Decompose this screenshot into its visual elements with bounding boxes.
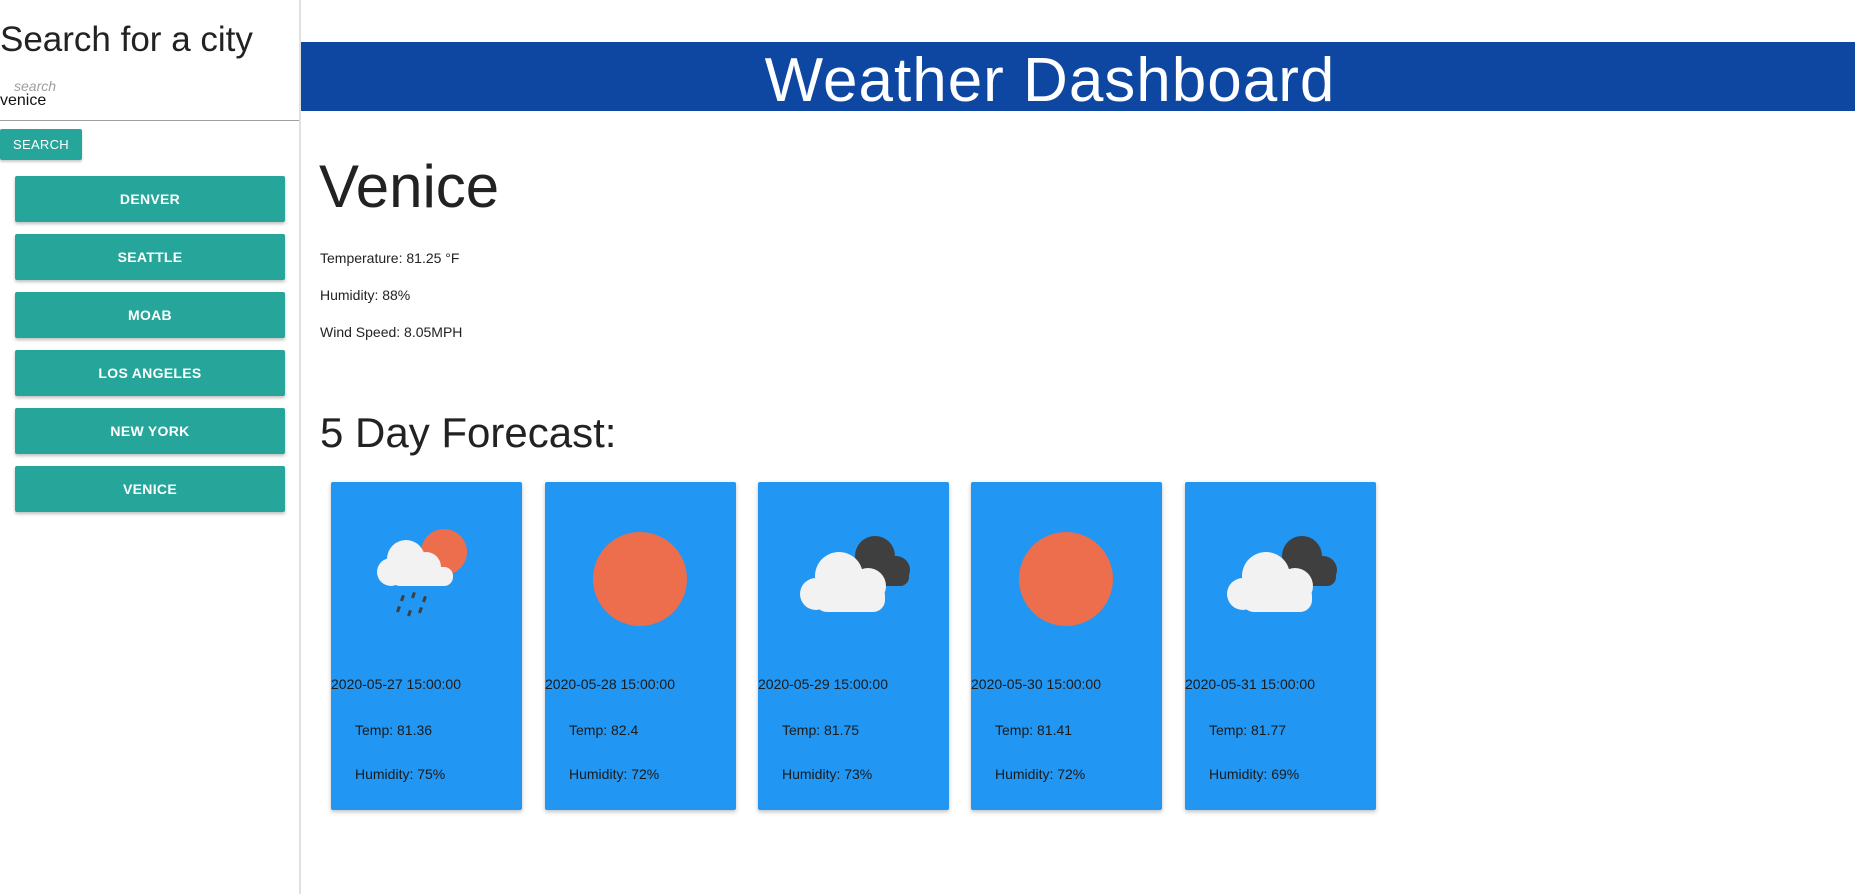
city-button-seattle[interactable]: SEATTLE bbox=[15, 234, 285, 280]
forecast-card: 2020-05-27 15:00:00 Temp: 81.36 Humidity… bbox=[331, 482, 522, 810]
rain-cloud-sun-icon bbox=[377, 529, 467, 617]
forecast-title: 5 Day Forecast: bbox=[320, 409, 617, 456]
forecast-card: 2020-05-29 15:00:00 Temp: 81.75 Humidity… bbox=[758, 482, 949, 810]
forecast-date: 2020-05-27 15:00:00 bbox=[331, 676, 461, 692]
forecast-temp: Temp: 82.4 bbox=[569, 722, 639, 738]
city-history-list: DENVER SEATTLE MOAB LOS ANGELES NEW YORK… bbox=[15, 176, 285, 524]
forecast-temp: Temp: 81.77 bbox=[1209, 722, 1287, 738]
search-title: Search for a city bbox=[0, 20, 253, 59]
forecast-temp: Temp: 81.75 bbox=[782, 722, 860, 738]
forecast-temp: Temp: 81.36 bbox=[355, 722, 433, 738]
page-title: Weather Dashboard bbox=[764, 46, 1336, 115]
search-button[interactable]: SEARCH bbox=[0, 129, 82, 160]
forecast-humidity: Humidity: 69% bbox=[1209, 766, 1300, 782]
city-button-new-york[interactable]: NEW YORK bbox=[15, 408, 285, 454]
dashboard-header: Weather Dashboard bbox=[301, 42, 1855, 115]
forecast-date: 2020-05-30 15:00:00 bbox=[971, 676, 1101, 692]
forecast-temp: Temp: 81.41 bbox=[995, 722, 1073, 738]
forecast-humidity: Humidity: 72% bbox=[995, 766, 1086, 782]
sun-icon bbox=[1019, 532, 1113, 626]
current-temperature: Temperature: 81.25 °F bbox=[320, 250, 460, 266]
forecast-card: 2020-05-28 15:00:00 Temp: 82.4 Humidity:… bbox=[545, 482, 736, 810]
city-button-moab[interactable]: MOAB bbox=[15, 292, 285, 338]
forecast-humidity: Humidity: 75% bbox=[355, 766, 446, 782]
search-input[interactable] bbox=[0, 90, 290, 112]
current-wind-speed: Wind Speed: 8.05MPH bbox=[320, 324, 463, 340]
city-button-los-angeles[interactable]: LOS ANGELES bbox=[15, 350, 285, 396]
forecast-card: 2020-05-30 15:00:00 Temp: 81.41 Humidity… bbox=[971, 482, 1162, 810]
broken-clouds-icon bbox=[1227, 536, 1337, 612]
current-humidity: Humidity: 88% bbox=[320, 287, 411, 303]
search-field-wrapper: search bbox=[0, 76, 299, 121]
forecast-date: 2020-05-31 15:00:00 bbox=[1185, 676, 1315, 692]
sidebar: Search for a city search SEARCH DENVER S… bbox=[0, 0, 301, 894]
forecast-date: 2020-05-28 15:00:00 bbox=[545, 676, 675, 692]
sun-icon bbox=[593, 532, 687, 626]
broken-clouds-icon bbox=[800, 536, 910, 612]
forecast-card: 2020-05-31 15:00:00 Temp: 81.77 Humidity… bbox=[1185, 482, 1376, 810]
forecast-humidity: Humidity: 72% bbox=[569, 766, 660, 782]
forecast-date: 2020-05-29 15:00:00 bbox=[758, 676, 888, 692]
city-button-venice[interactable]: VENICE bbox=[15, 466, 285, 512]
current-city-name: Venice bbox=[319, 153, 500, 220]
forecast-humidity: Humidity: 73% bbox=[782, 766, 873, 782]
city-button-denver[interactable]: DENVER bbox=[15, 176, 285, 222]
